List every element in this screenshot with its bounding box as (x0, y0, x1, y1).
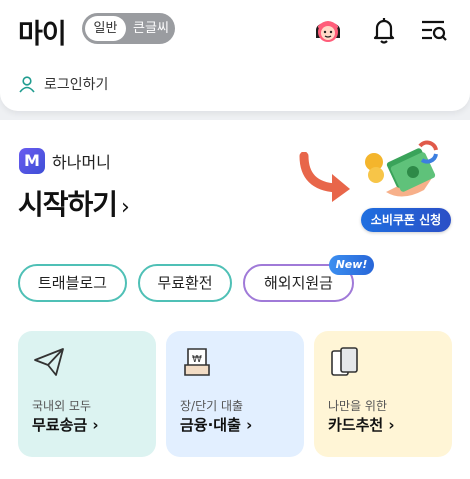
card-sub: 장/단기 대출 (180, 399, 244, 413)
menu-search-icon[interactable] (418, 14, 450, 46)
mode-large-option[interactable]: 큰글씨 (131, 16, 171, 41)
chip-travel-log[interactable]: 트래블로그 (18, 264, 127, 302)
header-panel: 마이 일반 큰글씨 로그인하기 (0, 0, 470, 111)
font-size-toggle[interactable]: 일반 큰글씨 (82, 13, 175, 44)
mode-normal-option[interactable]: 일반 (85, 16, 126, 41)
brand-label: 하나머니 (52, 153, 111, 172)
card-finance-loan[interactable]: ₩ 장/단기 대출 금융·대출 › (166, 331, 304, 457)
chevron-right-icon: › (121, 195, 130, 220)
card-card-recommend[interactable]: 나만을 위한 카드추천 › (314, 331, 452, 457)
start-label: 시작하기 (18, 188, 118, 221)
svg-text:₩: ₩ (192, 354, 202, 365)
start-button[interactable]: 시작하기 › (18, 183, 130, 223)
money-hand-icon (365, 140, 438, 197)
login-link[interactable]: 로그인하기 (18, 72, 108, 96)
hana-money-brand[interactable]: M 하나머니 (19, 148, 111, 174)
arrow-icon (299, 152, 350, 202)
card-label: 금융·대출 › (180, 416, 253, 434)
new-badge: New! (329, 255, 374, 275)
card-sub: 나만을 위한 (328, 399, 388, 413)
won-document-icon: ₩ (184, 348, 210, 376)
coupon-apply-button[interactable]: 소비쿠폰 신청 (361, 208, 451, 232)
avatar-icon[interactable] (312, 14, 344, 46)
chip-free-exchange[interactable]: 무료환전 (138, 264, 232, 302)
login-label: 로그인하기 (44, 77, 109, 93)
card-sub: 국내외 모두 (32, 399, 92, 413)
card-label: 카드추천 › (328, 416, 395, 434)
hana-money-logo: M (19, 148, 45, 174)
user-icon (19, 76, 35, 93)
card-label: 무료송금 › (32, 416, 99, 434)
cards-icon (331, 347, 358, 376)
page-title: 마이 (18, 19, 67, 50)
card-free-transfer[interactable]: 국내외 모두 무료송금 › (18, 331, 156, 457)
bell-icon[interactable] (368, 14, 400, 46)
paper-plane-icon (34, 348, 64, 376)
